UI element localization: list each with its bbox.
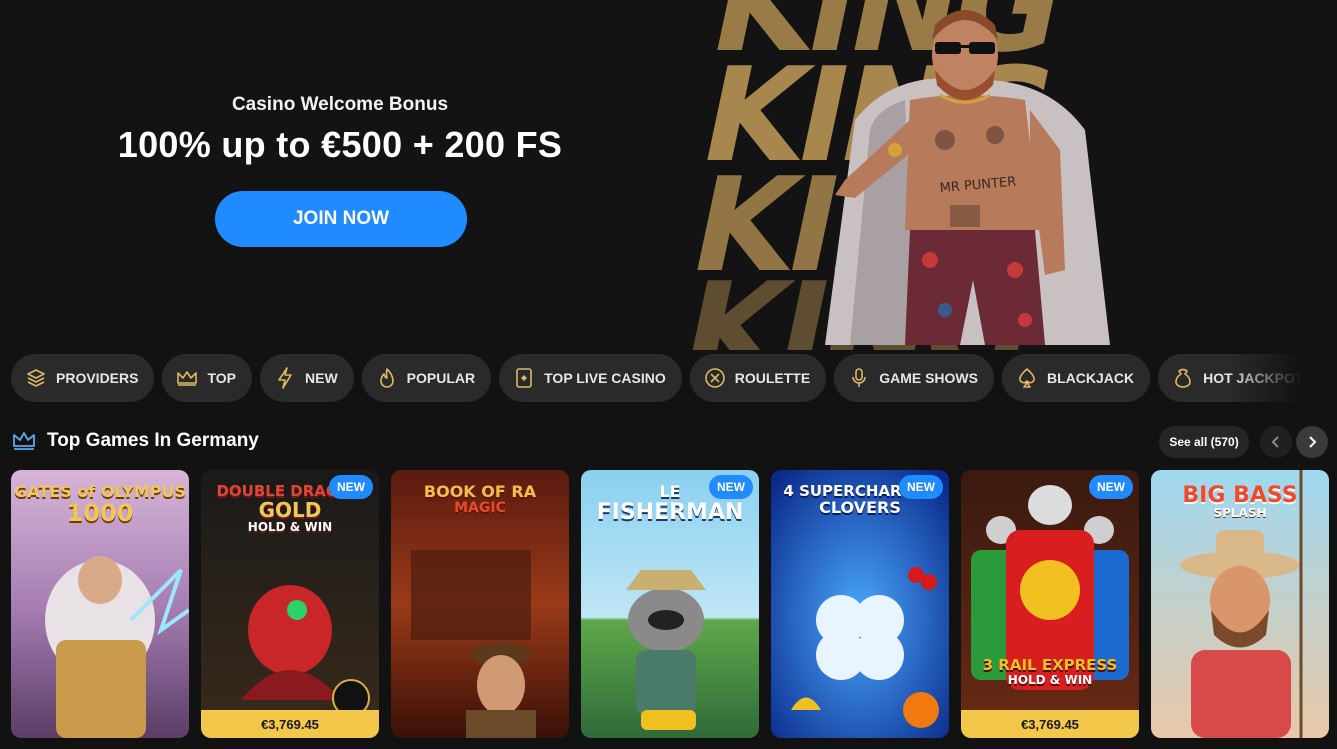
carousel-prev-button[interactable] — [1260, 426, 1292, 458]
new-badge: NEW — [899, 475, 943, 499]
category-top-live-casino[interactable]: TOP LIVE CASINO — [499, 354, 682, 402]
chevron-right-icon — [1309, 436, 1317, 448]
game-title: BIG BASS — [1182, 483, 1298, 508]
game-subtitle: CLOVERS — [819, 497, 901, 517]
hero-title: 100% up to €500 + 200 FS — [117, 124, 563, 165]
jackpot-amount: €3,769.45 — [201, 710, 379, 738]
microphone-icon — [848, 367, 870, 389]
game-subtitle: SPLASH — [1213, 506, 1267, 521]
spade-icon — [1016, 367, 1038, 389]
layers-icon — [25, 367, 47, 389]
hero-illustration: KING KING KING KING MR PUNTER — [669, 0, 1175, 350]
category-label: ROULETTE — [734, 370, 811, 386]
card-icon — [513, 367, 535, 389]
chevron-left-icon — [1271, 436, 1279, 448]
category-label: TOP — [207, 370, 236, 386]
category-new[interactable]: NEW — [260, 354, 354, 402]
category-label: BLACKJACK — [1046, 370, 1135, 386]
new-badge: NEW — [1089, 475, 1133, 499]
category-popular[interactable]: POPULAR — [361, 354, 492, 402]
category-bar: PROVIDERS TOP NEW POPULAR TOP LIVE CASIN… — [11, 354, 1301, 402]
category-roulette[interactable]: ROULETTE — [689, 354, 827, 402]
category-blackjack[interactable]: BLACKJACK — [1001, 354, 1151, 402]
lightning-icon — [274, 367, 296, 389]
new-badge: NEW — [329, 475, 373, 499]
category-label: NEW — [305, 370, 338, 386]
game-card-double-dragon-gold[interactable]: DOUBLE DRAGON GOLD HOLD & WIN NEW €3,769… — [201, 470, 379, 738]
join-now-button[interactable]: JOIN NOW — [215, 191, 467, 247]
mascot-figure: MR PUNTER — [825, 10, 1110, 345]
game-card-rail-express[interactable]: 3 RAIL EXPRESS HOLD & WIN NEW €3,769.45 — [961, 470, 1139, 738]
category-providers[interactable]: PROVIDERS — [11, 354, 155, 402]
category-hot-jackpots[interactable]: HOT JACKPOTS — [1158, 354, 1301, 402]
section-title: Top Games In Germany — [47, 430, 259, 451]
category-top[interactable]: TOP — [162, 354, 252, 402]
game-carousel: GATES of OLYMPUS 1000 DOUBLE DRAGON GOLD… — [11, 470, 1337, 749]
roulette-icon — [704, 367, 726, 389]
game-subtitle: HOLD & WIN — [1007, 672, 1093, 687]
game-card-gates-of-olympus[interactable]: GATES of OLYMPUS 1000 — [11, 470, 189, 738]
category-label: PROVIDERS — [56, 370, 139, 386]
game-subtitle: GOLD — [258, 497, 322, 522]
hero-banner: Casino Welcome Bonus 100% up to €500 + 2… — [0, 0, 1337, 350]
flame-icon — [376, 367, 398, 389]
category-game-shows[interactable]: GAME SHOWS — [834, 354, 994, 402]
game-card-le-fisherman[interactable]: LE FISHERMAN NEW — [581, 470, 759, 738]
game-subtitle: FISHERMAN — [596, 499, 744, 525]
game-subtitle: 1000 — [66, 498, 134, 527]
crown-icon — [176, 367, 198, 389]
hero-subtitle: Casino Welcome Bonus — [231, 94, 449, 115]
crown-icon — [13, 432, 35, 450]
jackpot-amount: €3,769.45 — [961, 710, 1139, 738]
carousel-next-button[interactable] — [1296, 426, 1328, 458]
game-subtitle: MAGIC — [454, 499, 506, 516]
category-label: HOT JACKPOTS — [1203, 370, 1301, 386]
game-card-big-bass-splash[interactable]: BIG BASS SPLASH — [1151, 470, 1329, 738]
money-bag-icon — [1172, 367, 1194, 389]
game-title: 3 RAIL EXPRESS — [982, 656, 1118, 674]
see-all-button[interactable]: See all (570) — [1159, 426, 1249, 458]
game-thumbnail — [961, 470, 1139, 738]
new-badge: NEW — [709, 475, 753, 499]
game-card-book-of-ra-magic[interactable]: BOOK OF RA MAGIC — [391, 470, 569, 738]
game-title: BOOK OF RA — [423, 482, 537, 501]
category-label: TOP LIVE CASINO — [544, 370, 666, 386]
category-label: GAME SHOWS — [879, 370, 978, 386]
category-label: POPULAR — [406, 370, 476, 386]
game-tagline: HOLD & WIN — [247, 519, 333, 534]
game-card-supercharged-clovers[interactable]: 4 SUPERCHARGED CLOVERS NEW — [771, 470, 949, 738]
